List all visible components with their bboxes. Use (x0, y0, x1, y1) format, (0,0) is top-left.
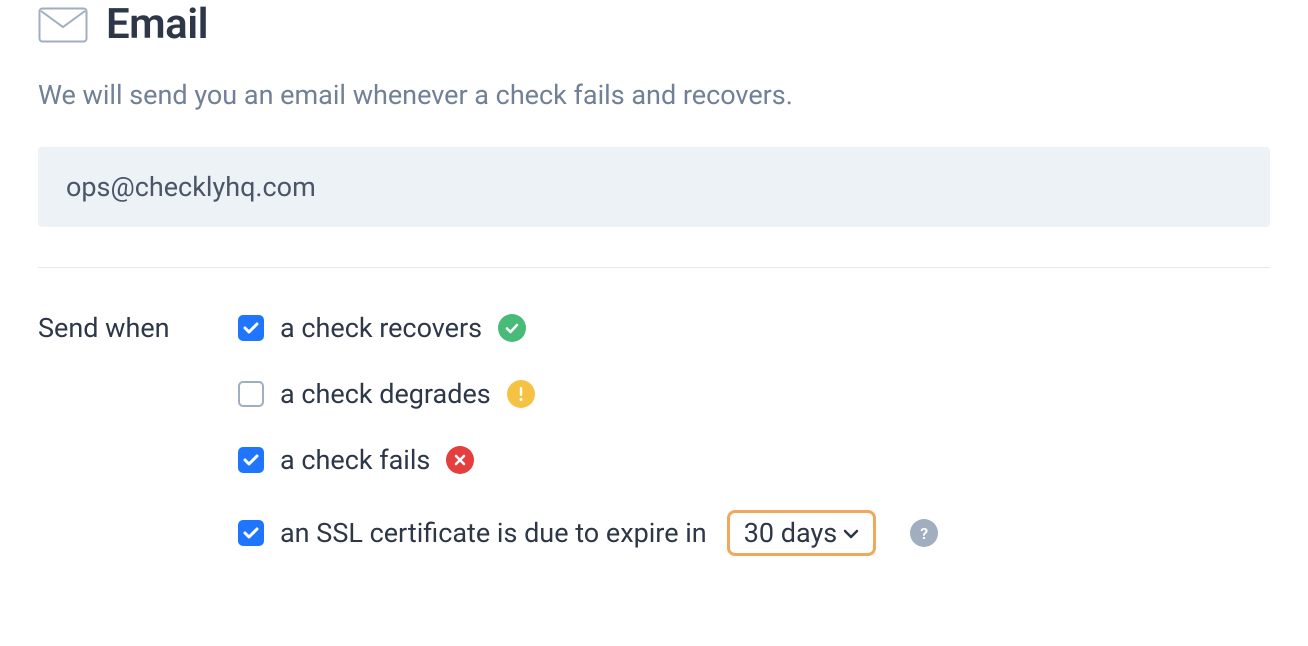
page-subtitle: We will send you an email whenever a che… (38, 79, 1270, 111)
option-check-fails: a check fails (238, 444, 938, 476)
help-icon[interactable]: ? (910, 519, 938, 547)
checkbox-check-fails[interactable] (238, 447, 264, 473)
checkbox-ssl-expiry[interactable] (238, 520, 264, 546)
option-label: a check degrades (280, 378, 491, 410)
option-check-degrades: a check degrades (238, 378, 938, 410)
mail-icon (38, 7, 88, 43)
page-title: Email (106, 0, 208, 49)
option-label: a check fails (280, 444, 430, 476)
check-success-icon (498, 314, 526, 342)
option-label: an SSL certificate is due to expire in (280, 517, 707, 549)
chevron-down-icon (843, 524, 859, 543)
x-icon (446, 446, 474, 474)
option-label: a check recovers (280, 312, 482, 344)
checkbox-check-degrades[interactable] (238, 381, 264, 407)
option-ssl-expiry: an SSL certificate is due to expire in 3… (238, 510, 938, 556)
send-when-options: a check recovers a check degrades (238, 312, 938, 556)
page-header: Email (38, 0, 1270, 49)
send-when-label: Send when (38, 312, 238, 344)
exclamation-icon (507, 380, 535, 408)
ssl-expiry-select[interactable]: 30 days (727, 510, 876, 556)
checkbox-check-recovers[interactable] (238, 315, 264, 341)
email-input[interactable] (38, 147, 1270, 227)
option-check-recovers: a check recovers (238, 312, 938, 344)
section-divider (38, 267, 1270, 268)
ssl-expiry-select-value: 30 days (744, 517, 837, 549)
